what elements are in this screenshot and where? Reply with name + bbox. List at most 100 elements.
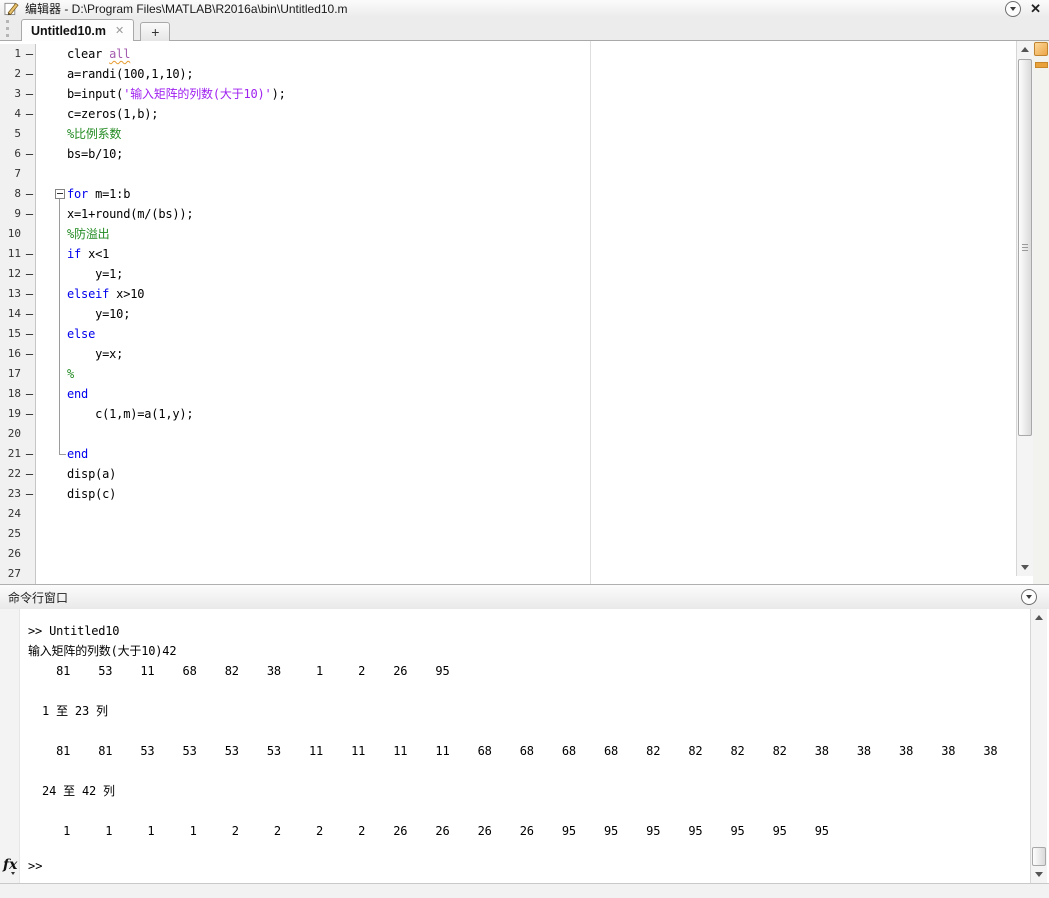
window-title: 编辑器 - D:\Program Files\MATLAB\R2016a\bin… [25,2,348,16]
exec-line-dash [24,224,36,244]
analyzer-warning-marker[interactable] [1035,62,1048,68]
exec-line-dash: – [24,64,36,84]
editor-vertical-scrollbar[interactable] [1016,41,1033,576]
code-line-4[interactable]: 4– c=zeros(1,b); [0,104,1016,124]
scroll-up-arrow-icon[interactable] [1031,610,1046,625]
code-line-23[interactable]: 23– disp(c) [0,484,1016,504]
code-line-13[interactable]: 13– elseif x>10 [0,283,1016,305]
code-analyzer-indicator-icon[interactable] [1034,42,1048,56]
exec-line-dash [24,524,36,544]
exec-line-dash [24,544,36,564]
line-number: 2 [0,64,24,84]
exec-line-dash: – [24,344,36,364]
fold-collapse-icon[interactable] [55,189,65,199]
code-line-5[interactable]: 5 %比例系数 [0,124,1016,144]
line-number: 17 [0,364,24,384]
undock-menu-button[interactable] [1005,1,1022,17]
output-line: 81 81 53 53 53 53 11 11 11 11 68 68 68 6… [28,744,998,758]
code-text: % [67,367,75,381]
code-text: b=input('输入矩阵的列数(大于10)'); [67,87,286,101]
command-window[interactable]: >> Untitled10 输入矩阵的列数(大于10)42 81 53 11 68… [0,609,1049,883]
exec-line-dash: – [24,324,36,344]
fold-margin [36,124,64,144]
command-vertical-scrollbar[interactable] [1030,609,1047,883]
code-line-16[interactable]: 16– y=x; [0,343,1016,365]
code-line-24[interactable]: 24 [0,504,1016,524]
tab-label: Untitled10.m [31,23,107,38]
code-line-27[interactable]: 27 [0,564,1016,584]
code-line-2[interactable]: 2– a=randi(100,1,10); [0,64,1016,84]
fold-margin [36,283,64,305]
tab-untitled10[interactable]: Untitled10.m ✕ [21,19,135,41]
code-line-11[interactable]: 11– if x<1 [0,243,1016,265]
editor-lines: 1– clear all 2– a=randi(100,1,10); 3– b=input… [0,44,1016,584]
fold-margin [36,323,64,345]
code-line-21[interactable]: 21– end [0,443,1016,464]
line-number: 26 [0,544,24,564]
code-text: end [67,387,89,401]
fold-margin [36,44,64,64]
exec-line-dash: – [24,484,36,504]
code-line-3[interactable]: 3– b=input('输入矩阵的列数(大于10)'); [0,84,1016,104]
output-line: 81 53 11 68 82 38 1 2 26 95 [28,664,450,678]
code-line-10[interactable]: 10 %防溢出 [0,223,1016,245]
code-line-17[interactable]: 17% [0,363,1016,385]
code-line-18[interactable]: 18– end [0,383,1016,405]
code-line-19[interactable]: 19– c(1,m)=a(1,y); [0,403,1016,425]
code-line-26[interactable]: 26 [0,544,1016,564]
exec-line-dash: – [24,384,36,404]
exec-line-dash: – [24,304,36,324]
new-tab-button[interactable]: + [140,22,171,41]
code-line-6[interactable]: 6– bs=b/10; [0,144,1016,164]
code-line-15[interactable]: 15– else [0,323,1016,345]
line-number: 16 [0,344,24,364]
line-number: 22 [0,464,24,484]
fold-margin [36,504,64,524]
code-line-7[interactable]: 7 [0,164,1016,184]
code-line-1[interactable]: 1– clear all [0,44,1016,64]
chevron-down-icon [1026,595,1032,599]
editor-pane[interactable]: 1– clear all 2– a=randi(100,1,10); 3– b=input… [0,41,1049,584]
output-line: 24 至 42 列 [28,784,115,798]
tab-close-icon[interactable]: ✕ [115,24,124,37]
code-line-20[interactable]: 20 [0,423,1016,445]
status-bar [0,883,1049,898]
exec-line-dash: – [24,44,36,64]
editor-scrollbar-thumb[interactable] [1018,59,1032,436]
code-text: x=1+round(m/(bs)); [67,207,194,221]
exec-line-dash: – [24,464,36,484]
code-line-22[interactable]: 22– disp(a) [0,464,1016,484]
line-number: 4 [0,104,24,124]
line-number: 1 [0,44,24,64]
code-line-9[interactable]: 9– x=1+round(m/(bs)); [0,203,1016,225]
window-close-icon[interactable]: ✕ [1030,2,1041,16]
fold-margin [36,363,64,385]
code-line-14[interactable]: 14– y=10; [0,303,1016,325]
fold-margin [36,464,64,484]
code-line-8[interactable]: 8– for m=1:b [0,184,1016,205]
fold-margin [36,403,64,425]
title-bar: 编辑器 - D:\Program Files\MATLAB\R2016a\bin… [0,0,1049,17]
fold-margin [36,303,64,325]
fold-margin [36,243,64,265]
scroll-up-arrow-icon[interactable] [1017,42,1032,57]
code-line-12[interactable]: 12– y=1; [0,263,1016,285]
drag-grip-handle[interactable] [6,20,12,37]
exec-line-dash: – [24,244,36,264]
command-scrollbar-thumb[interactable] [1032,847,1046,866]
code-text: %防溢出 [67,227,110,241]
function-hints-button[interactable]: fx [3,857,17,873]
code-text: a=randi(100,1,10); [67,67,194,81]
line-number: 7 [0,164,24,184]
line-number: 21 [0,444,24,464]
scroll-down-arrow-icon[interactable] [1017,560,1032,575]
exec-line-dash [24,364,36,384]
code-line-25[interactable]: 25 [0,524,1016,544]
exec-line-dash: – [24,184,36,204]
fold-margin [36,443,66,464]
command-output: >> Untitled10 输入矩阵的列数(大于10)42 81 53 11 68… [28,621,998,861]
scroll-down-arrow-icon[interactable] [1031,867,1046,882]
command-window-menu-button[interactable] [1021,589,1037,605]
